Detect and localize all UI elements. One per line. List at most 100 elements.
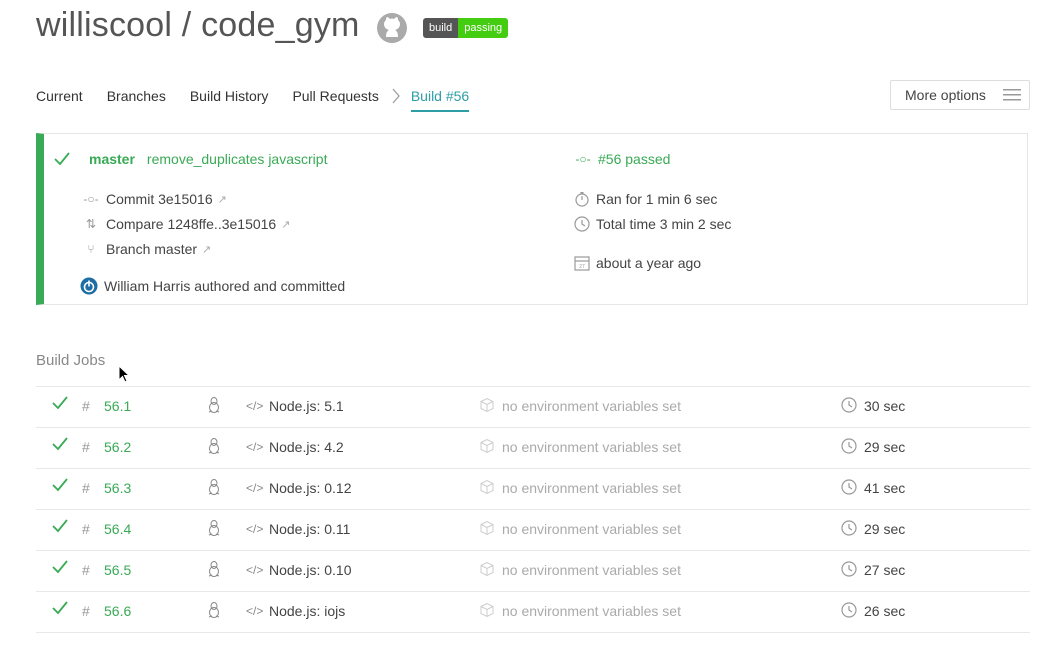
tab-build-56[interactable]: Build #56 [410,88,470,112]
job-env: no environment variables set [502,398,681,414]
job-number[interactable]: 56.4 [104,521,131,537]
build-jobs-heading: Build Jobs [36,352,106,369]
stopwatch-icon [575,192,589,207]
box-icon [480,438,494,454]
job-duration: 29 sec [864,439,906,455]
hash-icon: # [82,480,90,496]
job-number[interactable]: 56.5 [104,562,131,578]
build-status[interactable]: #56 passed [598,151,670,167]
box-icon [480,397,494,413]
build-status-badge[interactable]: build passing [423,18,509,38]
total-time: Total time 3 min 2 sec [596,216,732,232]
job-number[interactable]: 56.2 [104,439,131,455]
linux-icon [208,397,220,413]
hash-icon: # [82,603,90,619]
clock-icon [841,520,857,536]
external-link-icon[interactable]: ↗ [202,243,211,256]
linux-icon [208,602,220,618]
code-icon: </> [246,563,264,577]
github-icon[interactable] [376,12,408,44]
job-env: no environment variables set [502,439,681,455]
job-language: Node.js: 0.11 [269,521,351,537]
job-row[interactable]: # 56.4 </> Node.js: 0.11 no environment … [36,509,1030,550]
check-icon [52,560,68,574]
job-language: Node.js: 4.2 [269,439,344,455]
compare-icon: ⇅ [85,217,97,231]
author-avatar [80,277,98,295]
check-icon [52,601,68,615]
clock-icon [841,397,857,413]
job-row[interactable]: # 56.5 </> Node.js: 0.10 no environment … [36,550,1030,591]
job-duration: 26 sec [864,603,906,619]
hash-icon: # [82,521,90,537]
box-icon [480,479,494,495]
commit-icon: -○- [575,152,591,166]
build-date: about a year ago [596,255,702,271]
nav-tabs: Current Branches Build History Pull Requ… [36,88,470,112]
box-icon [480,602,494,618]
linux-icon [208,479,220,495]
job-env: no environment variables set [502,480,681,496]
cursor-icon [118,365,130,383]
check-icon [52,478,68,492]
more-options-button[interactable]: More options [890,80,1030,110]
repo-title[interactable]: williscool / code_gym [36,6,360,45]
job-language: Node.js: iojs [269,603,346,619]
external-link-icon[interactable]: ↗ [218,193,227,206]
build-jobs-list: # 56.1 </> Node.js: 5.1 no environment v… [36,386,1030,633]
job-duration: 29 sec [864,521,906,537]
code-icon: </> [246,440,264,454]
code-icon: </> [246,399,264,413]
job-env: no environment variables set [502,562,681,578]
hash-icon: # [82,398,90,414]
job-row[interactable]: # 56.6 </> Node.js: iojs no environment … [36,591,1030,633]
job-row[interactable]: # 56.3 </> Node.js: 0.12 no environment … [36,468,1030,509]
hash-icon: # [82,439,90,455]
check-icon [52,396,68,410]
box-icon [480,561,494,577]
clock-icon [841,438,857,454]
clock-icon [841,479,857,495]
branch-link[interactable]: Branch master [106,241,197,257]
tab-build-history[interactable]: Build History [190,88,269,112]
job-env: no environment variables set [502,521,681,537]
hamburger-icon [1003,89,1021,101]
tab-pull-requests[interactable]: Pull Requests [292,88,378,112]
code-icon: </> [246,604,264,618]
compare-link[interactable]: Compare 1248ffe..3e15016 [106,216,276,232]
job-duration: 41 sec [864,480,906,496]
calendar-icon: 27 [574,256,590,271]
external-link-icon[interactable]: ↗ [281,218,290,231]
job-row[interactable]: # 56.2 </> Node.js: 4.2 no environment v… [36,427,1030,468]
build-summary: master remove_duplicates javascript -○- … [36,133,1028,305]
job-row[interactable]: # 56.1 </> Node.js: 5.1 no environment v… [36,386,1030,427]
check-icon [52,437,68,451]
branch-icon: ⑂ [87,242,95,256]
clock-icon [574,216,590,232]
author-text: William Harris authored and committed [104,278,346,294]
job-number[interactable]: 56.6 [104,603,131,619]
check-icon [52,519,68,533]
job-env: no environment variables set [502,603,681,619]
commit-icon: -○- [83,192,99,206]
clock-icon [841,602,857,618]
job-duration: 27 sec [864,562,906,578]
code-icon: </> [246,522,264,536]
clock-icon [841,561,857,577]
box-icon [480,520,494,536]
badge-status: passing [458,18,509,38]
ran-for: Ran for 1 min 6 sec [596,191,718,207]
badge-label: build [423,18,459,38]
job-language: Node.js: 0.10 [269,562,352,578]
chevron-right-icon [392,88,400,104]
job-duration: 30 sec [864,398,906,414]
check-icon [54,152,70,166]
job-number[interactable]: 56.3 [104,480,131,496]
commit-link[interactable]: Commit 3e15016 [106,191,213,207]
commit-message[interactable]: remove_duplicates javascript [147,151,328,167]
job-number[interactable]: 56.1 [104,398,131,414]
branch-name[interactable]: master [89,151,135,167]
job-language: Node.js: 5.1 [269,398,344,414]
tab-branches[interactable]: Branches [107,88,166,112]
tab-current[interactable]: Current [36,88,83,112]
